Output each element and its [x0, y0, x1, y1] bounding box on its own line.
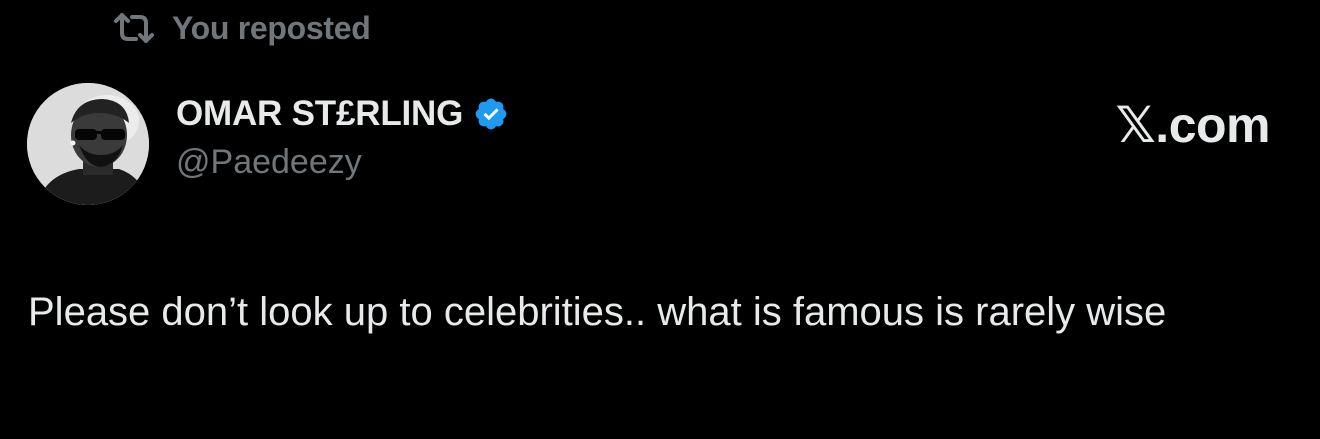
repost-indicator[interactable]: You reposted — [112, 8, 371, 48]
repost-label: You reposted — [172, 9, 371, 46]
author-handle[interactable]: @Paedeezy — [176, 143, 362, 182]
author-name-row[interactable]: OMAR ST£RLING — [176, 90, 509, 138]
post-card[interactable]: You reposted OMAR ST£RLING @Paedeezy 𝕏.c… — [0, 0, 1320, 439]
author-display-name[interactable]: OMAR ST£RLING — [176, 94, 463, 134]
repost-icon — [112, 11, 156, 45]
verified-badge-icon[interactable] — [473, 96, 509, 132]
post-text: Please don’t look up to celebrities.. wh… — [28, 290, 1167, 334]
site-watermark: 𝕏.com — [1115, 97, 1271, 153]
avatar[interactable] — [27, 83, 149, 205]
